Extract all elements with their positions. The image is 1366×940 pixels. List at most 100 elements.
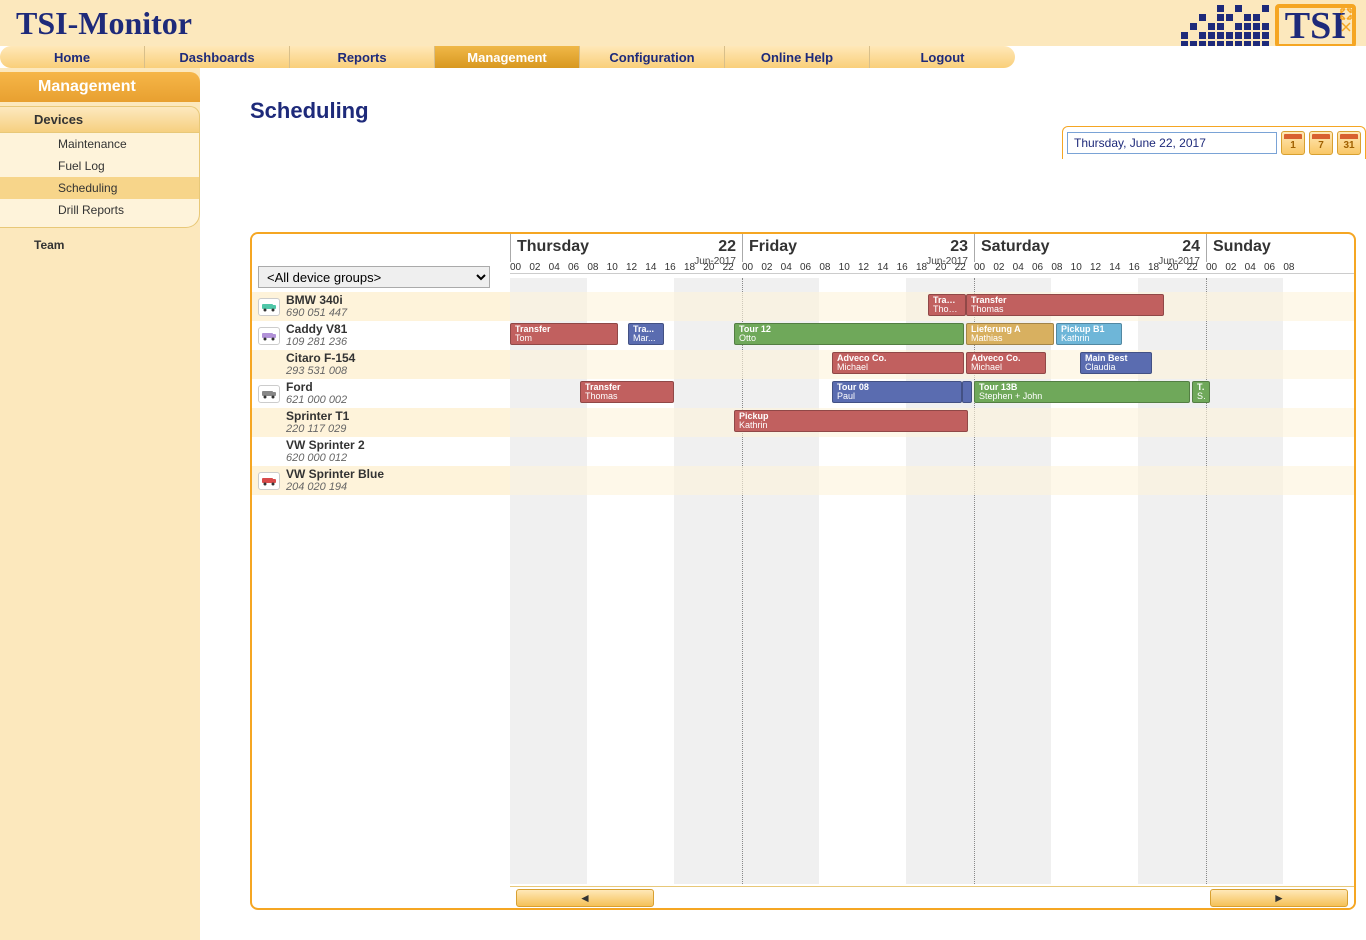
hour-label: 06 — [568, 262, 579, 273]
schedule-event[interactable]: TP — [962, 381, 972, 403]
device-row[interactable]: VW Sprinter 2620 000 012 — [252, 437, 510, 466]
nav-management[interactable]: Management — [435, 46, 580, 68]
schedule-event[interactable]: Lieferung AMathias — [966, 323, 1054, 345]
device-row[interactable]: Caddy V81109 281 236 — [252, 321, 510, 350]
day-header: Saturday24Jun-2017 — [974, 234, 1206, 262]
hour-label: 02 — [993, 262, 1004, 273]
hour-label: 04 — [1245, 262, 1256, 273]
view-month-button[interactable]: 31 — [1337, 131, 1361, 155]
hour-label: 14 — [1109, 262, 1120, 273]
device-row[interactable]: Ford621 000 002 — [252, 379, 510, 408]
hour-label: 08 — [587, 262, 598, 273]
schedule-event[interactable]: Transf...Thomas — [928, 294, 966, 316]
scroll-left-button[interactable]: ◄ — [516, 889, 654, 907]
hour-label: 10 — [839, 262, 850, 273]
device-row[interactable]: BMW 340i690 051 447 — [252, 292, 510, 321]
hour-label: 12 — [858, 262, 869, 273]
device-row[interactable]: VW Sprinter Blue204 020 194 — [252, 466, 510, 495]
collapse-icon[interactable] — [1340, 21, 1352, 33]
sidebar: Management Devices MaintenanceFuel LogSc… — [0, 68, 200, 940]
device-id: 620 000 012 — [286, 452, 365, 464]
hour-label: 02 — [761, 262, 772, 273]
schedule-event[interactable]: Adveco Co.Michael — [966, 352, 1046, 374]
hour-label: 14 — [645, 262, 656, 273]
hour-label: 16 — [665, 262, 676, 273]
app-title: TSI-Monitor — [0, 5, 192, 42]
schedule-row: Transf...ThomasTransferThomas — [510, 292, 1354, 321]
hour-label: 22 — [1187, 262, 1198, 273]
hour-label: 20 — [935, 262, 946, 273]
schedule-event[interactable]: Tour 08Paul — [832, 381, 962, 403]
schedule-event[interactable]: Main BestClaudia — [1080, 352, 1152, 374]
date-input[interactable] — [1067, 132, 1277, 154]
hour-label: 20 — [1167, 262, 1178, 273]
vehicle-icon — [258, 298, 280, 316]
hour-label: 00 — [742, 262, 753, 273]
vehicle-icon — [258, 327, 280, 345]
sidebar-section-devices[interactable]: Devices — [0, 106, 200, 133]
hour-label: 18 — [684, 262, 695, 273]
nav-reports[interactable]: Reports — [290, 46, 435, 68]
hour-label: 18 — [916, 262, 927, 273]
schedule-event[interactable]: T...St... — [1192, 381, 1210, 403]
schedule-event[interactable]: TransferThomas — [966, 294, 1164, 316]
logo-dots-icon — [1181, 5, 1269, 48]
device-name: BMW 340i — [286, 294, 347, 307]
schedule-row: TransferThomas Tour 08PaulTPTour 13BSteph… — [510, 379, 1354, 408]
hour-label: 06 — [1264, 262, 1275, 273]
schedule-event[interactable]: Tour 12Otto — [734, 323, 964, 345]
hour-label: 10 — [607, 262, 618, 273]
device-name: Sprinter T1 — [286, 410, 349, 423]
schedule-row: Adveco Co.MichaelAdveco Co.Michael Main B… — [510, 350, 1354, 379]
nav-logout[interactable]: Logout — [870, 46, 1015, 68]
hour-label: 04 — [781, 262, 792, 273]
nav-configuration[interactable]: Configuration — [580, 46, 725, 68]
top-nav: HomeDashboardsReportsManagementConfigura… — [0, 46, 1366, 68]
schedule-row — [510, 466, 1354, 495]
sidebar-header: Management — [0, 72, 200, 102]
device-name: Caddy V81 — [286, 323, 347, 336]
device-row[interactable]: Sprinter T1220 117 029 — [252, 408, 510, 437]
device-name: Ford — [286, 381, 347, 394]
hour-label: 06 — [1032, 262, 1043, 273]
nav-dashboards[interactable]: Dashboards — [145, 46, 290, 68]
device-row[interactable]: Citaro F-154293 531 008 — [252, 350, 510, 379]
schedule-row — [510, 437, 1354, 466]
device-name: Citaro F-154 — [286, 352, 355, 365]
hour-label: 16 — [897, 262, 908, 273]
device-id: 293 531 008 — [286, 365, 355, 377]
hour-label: 12 — [626, 262, 637, 273]
schedule-event[interactable]: Pickup B1Kathrin — [1056, 323, 1122, 345]
schedule-event[interactable]: TransferThomas — [580, 381, 674, 403]
day-header: Thursday22Jun-2017 — [510, 234, 742, 262]
view-week-button[interactable]: 7 — [1309, 131, 1333, 155]
device-group-select[interactable]: <All device groups> — [258, 266, 490, 288]
hour-label: 00 — [1206, 262, 1217, 273]
nav-home[interactable]: Home — [0, 46, 145, 68]
sidebar-section-team[interactable]: Team — [0, 228, 200, 256]
hour-label: 04 — [549, 262, 560, 273]
vehicle-icon — [258, 385, 280, 403]
expand-icon[interactable] — [1340, 8, 1352, 20]
schedule-event[interactable]: Tra...Mar... — [628, 323, 664, 345]
schedule-event[interactable]: Adveco Co.Michael — [832, 352, 964, 374]
sidebar-item-drill-reports[interactable]: Drill Reports — [0, 199, 199, 221]
scroll-right-button[interactable]: ► — [1210, 889, 1348, 907]
sidebar-item-maintenance[interactable]: Maintenance — [0, 133, 199, 155]
device-id: 204 020 194 — [286, 481, 384, 493]
schedule-row: TransferTom Tra...Mar... Tour 12OttoLiefer… — [510, 321, 1354, 350]
hour-label: 08 — [819, 262, 830, 273]
view-day-button[interactable]: 1 — [1281, 131, 1305, 155]
device-id: 621 000 002 — [286, 394, 347, 406]
schedule-event[interactable]: TransferTom — [510, 323, 618, 345]
schedule-event[interactable]: Tour 13BStephen + John — [974, 381, 1190, 403]
hour-label: 02 — [1225, 262, 1236, 273]
hour-label: 06 — [800, 262, 811, 273]
device-name: VW Sprinter Blue — [286, 468, 384, 481]
schedule-event[interactable]: PickupKathrin — [734, 410, 968, 432]
hour-label: 18 — [1148, 262, 1159, 273]
hour-label: 00 — [974, 262, 985, 273]
sidebar-item-scheduling[interactable]: Scheduling — [0, 177, 199, 199]
nav-online-help[interactable]: Online Help — [725, 46, 870, 68]
sidebar-item-fuel-log[interactable]: Fuel Log — [0, 155, 199, 177]
